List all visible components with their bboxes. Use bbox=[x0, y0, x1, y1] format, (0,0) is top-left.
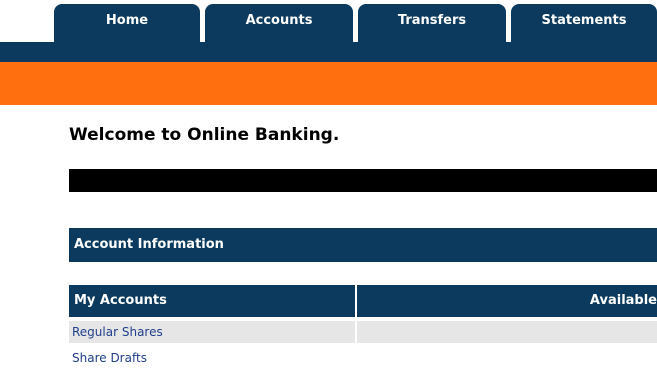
tab-separator bbox=[353, 4, 356, 42]
tab-home[interactable]: Home bbox=[54, 4, 200, 42]
account-link-regular-shares[interactable]: Regular Shares bbox=[72, 325, 163, 339]
tab-bar: Home Accounts Transfers Statements bbox=[0, 0, 657, 42]
tab-statements-label: Statements bbox=[541, 13, 627, 28]
tab-home-label: Home bbox=[105, 13, 149, 28]
black-divider-bar bbox=[69, 169, 657, 192]
table-row-regular-shares: Regular Shares bbox=[69, 321, 355, 343]
tab-accounts-label: Accounts bbox=[245, 13, 313, 28]
tab-separator bbox=[200, 4, 203, 42]
column-header-available: Available bbox=[357, 285, 657, 317]
account-link-share-drafts[interactable]: Share Drafts bbox=[72, 351, 147, 365]
table-row-share-drafts: Share Drafts bbox=[69, 347, 355, 369]
welcome-heading: Welcome to Online Banking. bbox=[69, 125, 340, 145]
tab-accounts[interactable]: Accounts bbox=[205, 4, 353, 42]
nav-band bbox=[0, 42, 657, 62]
orange-banner bbox=[0, 62, 657, 105]
tab-transfers[interactable]: Transfers bbox=[358, 4, 506, 42]
tab-separator bbox=[506, 4, 509, 42]
account-information-header: Account Information bbox=[69, 228, 657, 262]
tab-transfers-label: Transfers bbox=[397, 13, 467, 28]
tab-statements[interactable]: Statements bbox=[511, 4, 657, 42]
column-header-my-accounts: My Accounts bbox=[69, 285, 355, 317]
table-cell-available bbox=[357, 321, 657, 343]
